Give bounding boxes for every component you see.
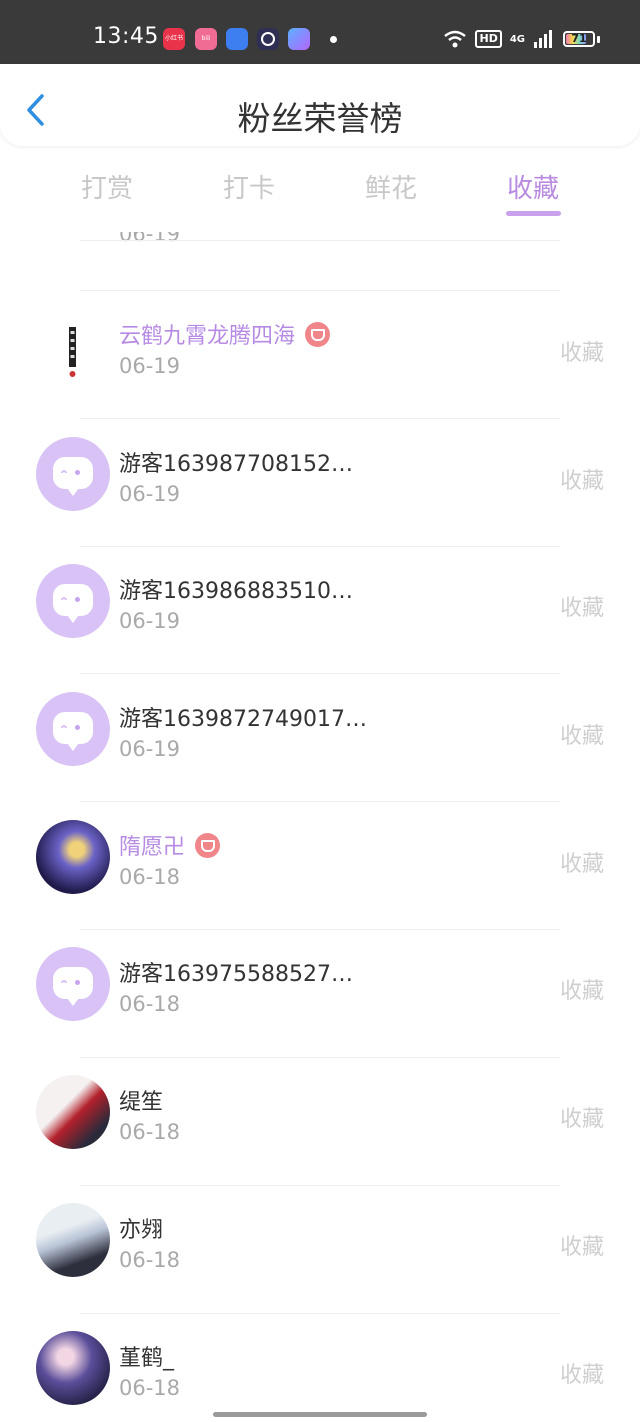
hd-badge: HD — [475, 30, 502, 48]
item-name: 游客163987708152… — [119, 452, 353, 477]
action-label: 收藏 — [559, 469, 604, 494]
avatar — [36, 317, 110, 391]
action-label: 收藏 — [559, 1235, 604, 1260]
xiaohongshu-icon: 小红书 — [163, 28, 185, 50]
action-label: 收藏 — [559, 1107, 604, 1132]
fan-list: 06-19 云鹤九霄龙腾四海 06-19 收藏 游客163987708152… — [0, 232, 640, 1422]
avatar — [36, 1203, 110, 1277]
guest-avatar-icon — [36, 692, 110, 766]
active-tab-indicator — [506, 211, 561, 216]
list-item[interactable]: 云鹤九霄龙腾四海 06-19 收藏 — [0, 290, 640, 418]
signal-label: 4G — [509, 33, 525, 45]
list-item[interactable]: 亦翙 06-18 收藏 — [0, 1185, 640, 1313]
avatar — [36, 820, 110, 894]
item-date: 06-19 — [119, 354, 181, 378]
tab-reward[interactable]: 打赏 — [57, 168, 157, 205]
item-date: 06-18 — [119, 1376, 181, 1400]
guest-avatar-icon — [36, 564, 110, 638]
status-right: HD 4G 71 — [443, 26, 600, 52]
battery-tip — [597, 35, 600, 43]
item-date: 06-19 — [119, 737, 181, 761]
camera-app-icon — [257, 28, 279, 50]
tab-checkin[interactable]: 打卡 — [199, 168, 299, 205]
item-name: 游客163986883510… — [119, 579, 353, 604]
signal-icon — [534, 30, 552, 48]
action-label: 收藏 — [559, 596, 604, 621]
gallery-app-icon — [288, 28, 310, 50]
home-indicator[interactable] — [213, 1412, 427, 1417]
guest-avatar-icon — [36, 437, 110, 511]
notification-dot — [330, 36, 337, 43]
wifi-icon — [444, 30, 467, 48]
item-name: 云鹤九霄龙腾四海 — [119, 318, 331, 350]
tab-favorites[interactable]: 收藏 — [483, 168, 583, 205]
item-name: 隋愿卍 — [119, 829, 221, 861]
item-name: 游客163975588527… — [119, 962, 353, 987]
cloud-app-icon — [226, 28, 248, 50]
item-date: 06-19 — [119, 609, 181, 633]
avatar — [36, 1075, 110, 1149]
battery-icon: 71 — [563, 31, 595, 47]
page-title: 粉丝荣誉榜 — [237, 99, 403, 138]
action-label: 收藏 — [559, 1363, 604, 1388]
action-label: 收藏 — [559, 341, 604, 366]
item-date: 06-19 — [119, 232, 181, 246]
list-item[interactable]: 游客163987708152… 06-19 收藏 — [0, 418, 640, 546]
item-date: 06-18 — [119, 1120, 181, 1144]
list-item[interactable]: 堇鹤_ 06-18 收藏 — [0, 1313, 640, 1422]
guest-avatar-icon — [36, 947, 110, 1021]
bilibili-icon: bili — [195, 28, 217, 50]
item-date: 06-18 — [119, 992, 181, 1016]
status-time: 13:45 — [93, 24, 159, 49]
item-name: 亦翙 — [119, 1218, 164, 1243]
tab-flowers[interactable]: 鲜花 — [341, 168, 441, 205]
item-name: 堇鹤_ — [119, 1346, 175, 1371]
item-name: 游客1639872749017… — [119, 707, 367, 732]
action-label: 收藏 — [559, 852, 604, 877]
item-date: 06-18 — [119, 1248, 181, 1272]
item-date: 06-18 — [119, 865, 181, 889]
list-item[interactable]: 游客163975588527… 06-18 收藏 — [0, 929, 640, 1057]
diamond-badge-icon — [195, 832, 221, 858]
item-date: 06-19 — [119, 482, 181, 506]
list-item[interactable]: 隋愿卍 06-18 收藏 — [0, 801, 640, 929]
item-name: 缇笙 — [119, 1090, 164, 1115]
list-item[interactable]: 游客1639872749017… 06-19 收藏 — [0, 673, 640, 801]
avatar — [36, 1331, 110, 1405]
divider — [80, 240, 560, 241]
tab-bar: 打赏 打卡 鲜花 收藏 — [0, 150, 640, 230]
list-item[interactable]: 游客163986883510… 06-19 收藏 — [0, 546, 640, 674]
diamond-badge-icon — [305, 321, 331, 347]
action-label: 收藏 — [559, 724, 604, 749]
status-bar: 13:45 小红书 bili HD 4G 71 — [0, 0, 640, 64]
list-item[interactable]: 缇笙 06-18 收藏 — [0, 1057, 640, 1185]
header: 粉丝荣誉榜 — [0, 64, 640, 146]
action-label: 收藏 — [559, 979, 604, 1004]
